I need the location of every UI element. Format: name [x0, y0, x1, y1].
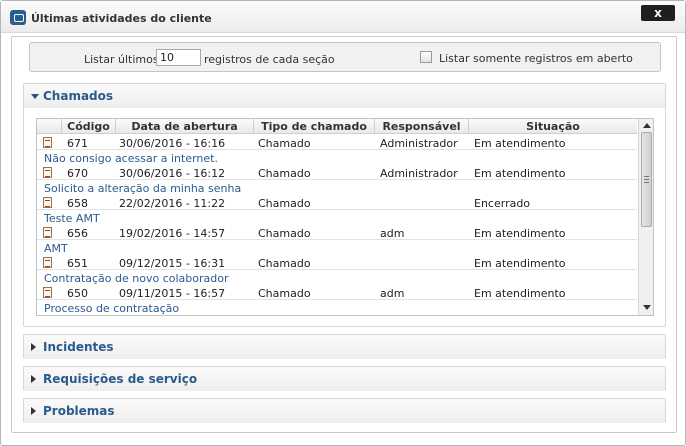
cell-tipo: Chamado — [258, 227, 311, 240]
scroll-down-arrow-icon[interactable] — [643, 305, 651, 310]
cell-codigo: 670 — [67, 167, 88, 180]
table-row[interactable]: 650 09/11/2015 - 16:57 Chamado adm Em at… — [37, 285, 637, 315]
table-row[interactable]: 658 22/02/2016 - 11:22 Chamado Encerrado… — [37, 195, 637, 225]
document-icon[interactable] — [43, 137, 52, 148]
cell-data: 09/11/2015 - 16:57 — [119, 287, 226, 300]
row-description[interactable]: Processo de contratação — [44, 302, 179, 315]
table-scrollbar[interactable] — [638, 119, 653, 315]
scroll-up-arrow-icon[interactable] — [643, 123, 651, 128]
cell-data: 30/06/2016 - 16:16 — [119, 137, 226, 150]
cell-situacao: Encerrado — [474, 197, 531, 210]
open-only-label[interactable]: Listar somente registros em aberto — [439, 52, 633, 65]
document-icon[interactable] — [43, 227, 52, 238]
column-header-situacao[interactable]: Situação — [468, 119, 637, 134]
cell-codigo: 658 — [67, 197, 88, 210]
section-header-requisicoes[interactable]: Requisições de serviço — [24, 367, 665, 391]
filter-label-after: registros de cada seção — [204, 53, 335, 66]
row-main: 671 30/06/2016 - 16:16 Chamado Administr… — [37, 135, 637, 150]
section-title-incidentes: Incidentes — [43, 340, 114, 354]
table-row[interactable]: 671 30/06/2016 - 16:16 Chamado Administr… — [37, 135, 637, 165]
row-main: 658 22/02/2016 - 11:22 Chamado Encerrado — [37, 195, 637, 210]
document-icon[interactable] — [43, 197, 52, 208]
icon-column-header — [37, 119, 61, 134]
cell-data: 22/02/2016 - 11:22 — [119, 197, 226, 210]
row-description[interactable]: Não consigo acessar a internet. — [44, 152, 218, 165]
activities-dialog: Últimas atividades do cliente x Listar ú… — [0, 0, 686, 446]
section-header-problemas[interactable]: Problemas — [24, 399, 665, 423]
dialog-title: Últimas atividades do cliente — [31, 12, 212, 25]
row-main: 656 19/02/2016 - 14:57 Chamado adm Em at… — [37, 225, 637, 240]
cell-responsavel: adm — [380, 287, 405, 300]
filter-label-before: Listar últimos — [84, 53, 159, 66]
cell-responsavel: adm — [380, 227, 405, 240]
section-title-requisicoes: Requisições de serviço — [43, 372, 198, 386]
scrollbar-thumb[interactable] — [641, 132, 652, 227]
chamados-table: Código Data de abertura Tipo de chamado … — [36, 118, 654, 316]
cell-situacao: Em atendimento — [474, 257, 566, 270]
row-main: 650 09/11/2015 - 16:57 Chamado adm Em at… — [37, 285, 637, 300]
cell-tipo: Chamado — [258, 287, 311, 300]
grip-icon — [644, 176, 649, 183]
chat-bubble-icon — [10, 10, 26, 25]
section-problemas: Problemas — [23, 398, 666, 423]
open-only-checkbox[interactable] — [420, 51, 432, 63]
column-header-responsavel[interactable]: Responsável — [374, 119, 468, 134]
row-description[interactable]: Teste AMT — [44, 212, 100, 225]
section-header-chamados[interactable]: Chamados — [24, 84, 665, 108]
column-header-tipo[interactable]: Tipo de chamado — [253, 119, 374, 134]
content-panel: Listar últimos registros de cada seção L… — [11, 36, 677, 433]
cell-codigo: 650 — [67, 287, 88, 300]
cell-responsavel: Administrador — [380, 167, 458, 180]
cell-tipo: Chamado — [258, 137, 311, 150]
row-main: 651 09/12/2015 - 16:31 Chamado Em atendi… — [37, 255, 637, 270]
cell-situacao: Em atendimento — [474, 287, 566, 300]
record-count-input[interactable] — [156, 49, 201, 66]
section-incidentes: Incidentes — [23, 334, 666, 359]
row-description[interactable]: Contratação de novo colaborador — [44, 272, 229, 285]
section-chamados: Chamados Código Data de abertura Tipo de… — [23, 83, 666, 327]
chevron-down-icon — [31, 94, 39, 99]
column-header-codigo[interactable]: Código — [61, 119, 115, 134]
document-icon[interactable] — [43, 257, 52, 268]
row-description[interactable]: AMT — [44, 242, 68, 255]
row-description[interactable]: Solicito a alteração da minha senha — [44, 182, 241, 195]
section-header-incidentes[interactable]: Incidentes — [24, 335, 665, 359]
cell-codigo: 656 — [67, 227, 88, 240]
section-title-problemas: Problemas — [43, 404, 115, 418]
cell-data: 09/12/2015 - 16:31 — [119, 257, 226, 270]
cell-responsavel: Administrador — [380, 137, 458, 150]
section-title-chamados: Chamados — [43, 89, 114, 103]
cell-data: 30/06/2016 - 16:12 — [119, 167, 226, 180]
chevron-right-icon — [31, 343, 36, 351]
filter-bar: Listar últimos registros de cada seção L… — [29, 42, 661, 72]
chevron-right-icon — [31, 407, 36, 415]
close-button[interactable]: x — [641, 5, 675, 21]
title-bar: Últimas atividades do cliente x — [1, 1, 685, 33]
cell-situacao: Em atendimento — [474, 227, 566, 240]
document-icon[interactable] — [43, 167, 52, 178]
table-row[interactable]: 656 19/02/2016 - 14:57 Chamado adm Em at… — [37, 225, 637, 255]
row-main: 670 30/06/2016 - 16:12 Chamado Administr… — [37, 165, 637, 180]
cell-situacao: Em atendimento — [474, 137, 566, 150]
cell-codigo: 671 — [67, 137, 88, 150]
cell-codigo: 651 — [67, 257, 88, 270]
table-row[interactable]: 651 09/12/2015 - 16:31 Chamado Em atendi… — [37, 255, 637, 285]
chevron-right-icon — [31, 375, 36, 383]
cell-tipo: Chamado — [258, 167, 311, 180]
table-header: Código Data de abertura Tipo de chamado … — [37, 119, 637, 134]
section-requisicoes: Requisições de serviço — [23, 366, 666, 391]
table-row[interactable]: 670 30/06/2016 - 16:12 Chamado Administr… — [37, 165, 637, 195]
document-icon[interactable] — [43, 287, 52, 298]
cell-tipo: Chamado — [258, 257, 311, 270]
cell-tipo: Chamado — [258, 197, 311, 210]
cell-situacao: Em atendimento — [474, 167, 566, 180]
cell-data: 19/02/2016 - 14:57 — [119, 227, 226, 240]
column-header-data[interactable]: Data de abertura — [115, 119, 253, 134]
